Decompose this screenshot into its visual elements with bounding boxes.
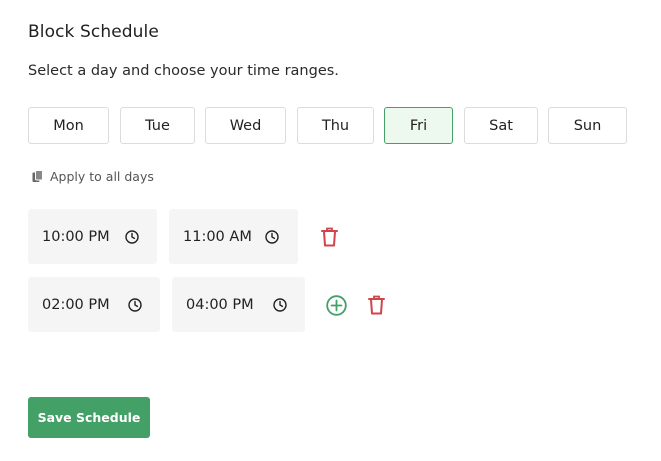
end-time-input-2[interactable]: 04:00 PM xyxy=(172,277,305,332)
end-time-value-2: 04:00 PM xyxy=(186,296,254,313)
day-button-wed[interactable]: Wed xyxy=(205,107,286,144)
day-button-fri[interactable]: Fri xyxy=(384,107,453,144)
start-time-input-2[interactable]: 02:00 PM xyxy=(28,277,160,332)
start-time-input-1[interactable]: 10:00 PM xyxy=(28,209,157,264)
day-button-sun[interactable]: Sun xyxy=(548,107,627,144)
apply-to-all-days-link[interactable]: Apply to all days xyxy=(32,169,154,184)
day-button-mon[interactable]: Mon xyxy=(28,107,109,144)
start-time-value-2: 02:00 PM xyxy=(42,296,110,313)
day-button-sat[interactable]: Sat xyxy=(464,107,538,144)
day-button-thu[interactable]: Thu xyxy=(297,107,374,144)
trash-icon[interactable] xyxy=(321,227,338,247)
plus-circle-icon[interactable] xyxy=(326,295,347,316)
day-button-tue[interactable]: Tue xyxy=(120,107,195,144)
save-schedule-button[interactable]: Save Schedule xyxy=(28,397,150,438)
page-subtitle: Select a day and choose your time ranges… xyxy=(28,63,339,79)
copy-icon xyxy=(32,170,43,182)
clock-icon[interactable] xyxy=(128,298,142,312)
end-time-value-1: 11:00 AM xyxy=(183,228,252,245)
end-time-input-1[interactable]: 11:00 AM xyxy=(169,209,298,264)
clock-icon[interactable] xyxy=(125,230,139,244)
apply-to-all-days-label: Apply to all days xyxy=(50,169,154,184)
trash-icon[interactable] xyxy=(368,295,385,315)
clock-icon[interactable] xyxy=(265,230,279,244)
page-title: Block Schedule xyxy=(28,22,159,42)
start-time-value-1: 10:00 PM xyxy=(42,228,110,245)
clock-icon[interactable] xyxy=(273,298,287,312)
